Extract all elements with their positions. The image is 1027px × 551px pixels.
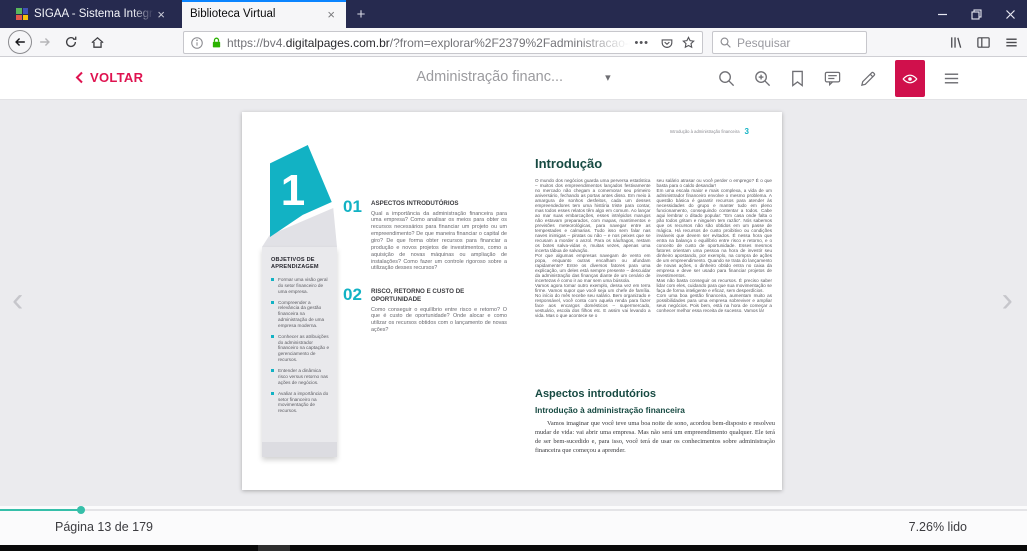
reader-content-area: ‹ › 1 OBJETIVOS DE APRENDIZAGEM Formar u… [0, 100, 1027, 506]
bookmark-icon[interactable] [789, 69, 806, 88]
taskbar-strip [0, 545, 1027, 551]
objectives-sidebar: OBJETIVOS DE APRENDIZAGEM Formar uma vis… [262, 247, 337, 457]
site-info-icon[interactable] [190, 36, 204, 50]
section-title: ASPECTOS INTRODUTÓRIOS [371, 200, 507, 208]
progress-handle[interactable] [77, 506, 85, 514]
browser-window: SIGAA - Sistema Integrado de G × Bibliot… [0, 0, 1027, 551]
intro-heading: Introdução [535, 156, 602, 171]
minimize-button[interactable] [925, 0, 959, 28]
page-indicator: Página 13 de 179 [55, 520, 153, 534]
close-tab-icon[interactable]: × [324, 7, 338, 22]
sidebars-icon[interactable] [976, 35, 991, 50]
tab-sigaa[interactable]: SIGAA - Sistema Integrado de G × [8, 0, 176, 28]
objective-item: Entender a dinâmica risco versus retorno… [271, 368, 330, 385]
progress-track[interactable] [0, 509, 1027, 511]
objective-item: Conhecer as atribuições do administrador… [271, 334, 330, 363]
section-title: RISCO, RETORNO E CUSTO DE OPORTUNIDADE [371, 288, 507, 304]
new-tab-button[interactable]: + [346, 0, 376, 28]
taskbar-item [258, 545, 290, 551]
next-page-button[interactable]: › [1002, 283, 1013, 317]
toolbar-right-icons [948, 28, 1019, 57]
back-icon[interactable] [8, 30, 32, 54]
search-input[interactable] [737, 36, 892, 50]
close-window-button[interactable] [993, 0, 1027, 28]
forward-icon[interactable] [32, 29, 58, 55]
book-page: 1 OBJETIVOS DE APRENDIZAGEM Formar uma v… [242, 112, 782, 490]
search-in-book-icon[interactable] [717, 69, 736, 88]
objective-item: Formar uma visão geral do setor financei… [271, 277, 330, 294]
url-text: https://bv4.digitalpages.com.br/?from=ex… [227, 36, 630, 50]
intro-column-1: O mundo dos negócios guarda uma perversa… [535, 178, 651, 318]
bullet-icon [271, 392, 274, 395]
reload-icon[interactable] [58, 29, 84, 55]
reader-icons [717, 57, 961, 100]
objectives-footer-band [262, 442, 337, 457]
page-number: 3 [745, 127, 749, 136]
url-bar[interactable]: https://bv4.digitalpages.com.br/?from=ex… [183, 31, 703, 54]
close-tab-icon[interactable]: × [154, 7, 168, 22]
bookmark-star-icon[interactable] [681, 35, 696, 50]
reader-menu-icon[interactable] [942, 69, 961, 88]
objectives-title: OBJETIVOS DE APRENDIZAGEM [271, 257, 330, 272]
previous-page-button[interactable]: ‹ [12, 283, 23, 317]
sigaa-favicon [16, 8, 28, 20]
lock-icon[interactable] [210, 36, 223, 49]
browser-search-box[interactable] [712, 31, 867, 54]
objective-item: Compreender a relevância da gestão finan… [271, 300, 330, 329]
tab-strip: SIGAA - Sistema Integrado de G × Bibliot… [0, 0, 1027, 28]
bullet-icon [271, 335, 274, 338]
chapter-number: 1 [270, 169, 316, 213]
tab-biblioteca-virtual[interactable]: Biblioteca Virtual × [182, 0, 346, 28]
url-overflow-indicator[interactable]: ••• [634, 37, 649, 49]
reader-toolbar: VOLTAR Administração financ... ▾ [0, 57, 1027, 100]
accessibility-eye-button[interactable] [895, 60, 925, 97]
chevron-down-icon[interactable]: ▾ [605, 71, 611, 84]
aspects-paragraph: Vamos imaginar que você teve uma boa noi… [535, 419, 775, 455]
zoom-in-icon[interactable] [753, 69, 772, 88]
menu-icon[interactable] [1004, 35, 1019, 50]
running-header: Introdução à administração financeira 3 [535, 127, 749, 136]
window-controls [925, 0, 1027, 28]
library-icon[interactable] [948, 35, 963, 50]
progress-fill [0, 509, 81, 511]
reader-statusbar: Página 13 de 179 7.26% lido [0, 506, 1027, 545]
aspects-subheading: Introdução à administração financeira [535, 405, 685, 415]
section-number: 01 [343, 198, 362, 215]
section-number: 02 [343, 286, 362, 303]
tab-title: Biblioteca Virtual [190, 8, 324, 20]
section-body: Como conseguir o equilíbrio entre risco … [371, 307, 507, 334]
bullet-icon [271, 301, 274, 304]
section-01: ASPECTOS INTRODUTÓRIOS Qual a importânci… [371, 200, 507, 272]
read-percentage: 7.26% lido [909, 520, 967, 534]
section-body: Qual a importância da administração fina… [371, 211, 507, 273]
intro-columns: O mundo dos negócios guarda uma perversa… [535, 178, 772, 318]
bullet-icon [271, 278, 274, 281]
search-icon [719, 36, 732, 49]
home-icon[interactable] [84, 29, 110, 55]
book-title-dropdown[interactable]: Administração financ... [416, 69, 563, 85]
bullet-icon [271, 369, 274, 372]
pencil-icon[interactable] [859, 69, 878, 88]
tab-title: SIGAA - Sistema Integrado de G [34, 8, 154, 20]
section-02: RISCO, RETORNO E CUSTO DE OPORTUNIDADE C… [371, 288, 507, 334]
intro-column-2: seu salário atrasar ou você perder o emp… [657, 178, 773, 318]
navigation-toolbar: https://bv4.digitalpages.com.br/?from=ex… [0, 28, 1027, 57]
pocket-icon[interactable] [660, 36, 674, 50]
comment-icon[interactable] [823, 69, 842, 88]
aspects-heading: Aspectos introdutórios [535, 388, 656, 400]
restore-button[interactable] [959, 0, 993, 28]
objective-item: Avaliar a importância do setor financeir… [271, 391, 330, 414]
